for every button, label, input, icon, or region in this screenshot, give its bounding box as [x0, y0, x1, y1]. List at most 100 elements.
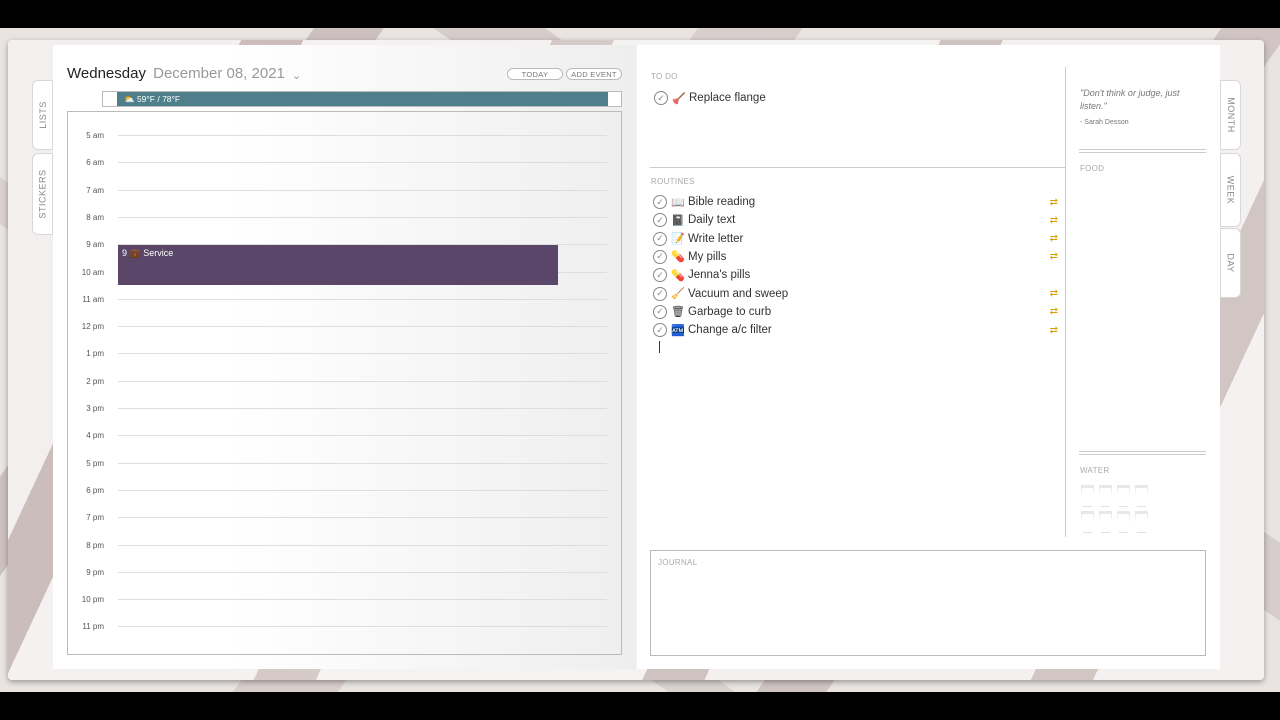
routine-item[interactable]: ✓ 🧹 Vacuum and sweep ⇄ — [653, 286, 1058, 302]
hour-line — [118, 544, 607, 546]
routine-item-text: Bible reading — [688, 196, 756, 208]
food-label: FOOD — [1080, 164, 1105, 173]
hour-line — [118, 408, 607, 409]
add-event-button[interactable]: ADD EVENT — [566, 68, 622, 80]
routine-item[interactable]: ✓ 📓 Daily text ⇄ — [653, 212, 1058, 228]
hour-label: 11 pm — [82, 622, 104, 632]
hour-label: 5 am — [86, 131, 104, 140]
water-glass[interactable] — [1099, 511, 1112, 533]
hour-line — [118, 517, 607, 519]
column-divider — [1065, 67, 1066, 537]
water-glass[interactable] — [1081, 511, 1094, 533]
routine-item[interactable]: ✓ 🏧 Change a/c filter ⇄ — [653, 322, 1058, 338]
hour-row[interactable]: 11 pm — [68, 622, 621, 653]
tab-stickers[interactable]: STICKERS — [32, 153, 53, 235]
tab-day[interactable]: DAY — [1220, 228, 1241, 298]
repeat-icon[interactable]: ⇄ — [1050, 197, 1058, 208]
journal-box[interactable]: JOURNAL — [650, 550, 1206, 656]
hour-line — [118, 135, 607, 136]
water-glass[interactable] — [1099, 485, 1112, 507]
routine-item[interactable]: ✓ 💊 Jenna's pills — [653, 267, 1058, 283]
hour-line — [118, 162, 607, 164]
checkmark-icon[interactable]: ✓ — [653, 231, 667, 246]
routine-item-text: My pills — [688, 250, 727, 263]
hour-label: 11 am — [82, 294, 104, 304]
weekday-label: Wednesday — [67, 65, 146, 82]
hour-row[interactable]: 2 pm — [68, 377, 621, 408]
routine-item[interactable]: ✓ 📝 Write letter ⇄ — [653, 231, 1058, 247]
routine-item-text: Jenna's pills — [688, 269, 751, 282]
repeat-icon[interactable]: ⇄ — [1050, 233, 1058, 244]
water-glass[interactable] — [1117, 511, 1130, 533]
hour-row[interactable]: 11 am — [68, 295, 621, 326]
checkmark-icon[interactable]: ✓ — [653, 286, 667, 301]
hour-row[interactable]: 8 am — [68, 213, 621, 244]
routine-item[interactable]: ✓ 💊 My pills ⇄ — [653, 249, 1058, 265]
journal-label: JOURNAL — [658, 558, 698, 567]
hour-line — [118, 626, 607, 628]
hour-grid[interactable]: 5 am 6 am 7 am 8 am 9 am 10 am 11 am 12 pm 1 pm 2… — [67, 111, 622, 655]
broom-icon: 🧹 — [671, 288, 685, 300]
hour-label: 9 am — [86, 240, 104, 250]
hour-label: 8 am — [86, 212, 104, 222]
event-service[interactable]: 9 💼 Service — [118, 245, 558, 285]
hour-row[interactable]: 4 pm — [68, 431, 621, 462]
checkmark-icon[interactable]: ✓ — [653, 195, 667, 209]
book-icon: 📖 — [671, 196, 685, 209]
water-glass[interactable] — [1117, 485, 1130, 507]
hour-row[interactable]: 3 pm — [68, 404, 621, 435]
hour-line — [118, 571, 607, 573]
hour-row[interactable]: 12 pm — [68, 322, 621, 353]
hour-label: 10 am — [81, 267, 104, 277]
routine-item-text: Garbage to curb — [688, 305, 772, 318]
todo-item[interactable]: ✓ 🪠 Replace flange — [654, 90, 766, 106]
water-glass[interactable] — [1081, 485, 1094, 507]
hour-row[interactable]: 5 pm — [68, 459, 621, 490]
repeat-icon[interactable]: ⇄ — [1050, 288, 1058, 299]
routine-item-text: Change a/c filter — [688, 324, 772, 337]
routine-item[interactable]: ✓ 🗑 Garbage to curb ⇄ — [653, 304, 1058, 320]
checkmark-icon[interactable]: ✓ — [654, 91, 668, 105]
checkmark-icon[interactable]: ✓ — [653, 268, 667, 283]
hour-label: 6 pm — [86, 485, 104, 495]
weather-bar: ⛅ 59°F / 78°F — [117, 92, 608, 106]
hour-row[interactable]: 7 am — [68, 186, 621, 217]
hour-label: 10 pm — [81, 595, 104, 605]
hour-row[interactable]: 6 am — [68, 158, 621, 189]
repeat-icon[interactable]: ⇄ — [1050, 306, 1058, 317]
hour-row[interactable]: 1 pm — [68, 349, 621, 380]
hour-row[interactable]: 6 pm — [68, 486, 621, 517]
repeat-icon[interactable]: ⇄ — [1050, 251, 1058, 262]
today-button[interactable]: TODAY — [507, 68, 563, 80]
hour-row[interactable]: 10 pm — [68, 595, 621, 626]
checkmark-icon[interactable]: ✓ — [653, 323, 667, 338]
pill-icon: 💊 — [671, 269, 685, 282]
text-cursor — [659, 341, 660, 353]
hour-row[interactable]: 9 pm — [68, 568, 621, 599]
repeat-icon[interactable]: ⇄ — [1050, 215, 1058, 226]
checkmark-icon[interactable]: ✓ — [653, 249, 667, 264]
chevron-down-icon[interactable]: ⌄ — [292, 69, 301, 82]
repeat-icon[interactable]: ⇄ — [1050, 325, 1058, 336]
tab-month-label: MONTH — [1225, 97, 1236, 133]
hour-row[interactable]: 7 pm — [68, 513, 621, 544]
checkmark-icon[interactable]: ✓ — [653, 304, 667, 319]
hour-label: 6 am — [86, 158, 104, 168]
tab-stickers-label: STICKERS — [37, 169, 48, 219]
water-glass[interactable] — [1135, 485, 1148, 507]
tab-month[interactable]: MONTH — [1220, 80, 1241, 150]
water-glass[interactable] — [1135, 511, 1148, 533]
checkmark-icon[interactable]: ✓ — [653, 213, 667, 228]
hour-line — [118, 489, 607, 491]
quote-text: "Don't think or judge, just listen." — [1080, 88, 1180, 111]
tab-lists[interactable]: LISTS — [32, 80, 53, 150]
date-header[interactable]: Wednesday December 08, 2021 ⌄ — [67, 65, 301, 82]
hour-label: 3 pm — [86, 404, 104, 413]
hour-row[interactable]: 8 pm — [68, 541, 621, 572]
hour-row[interactable]: 5 am — [68, 131, 621, 162]
date-label: December 08, 2021 — [153, 65, 285, 82]
tab-lists-label: LISTS — [37, 101, 48, 129]
hour-line — [118, 462, 607, 464]
tab-week[interactable]: WEEK — [1220, 153, 1241, 227]
routine-item[interactable]: ✓ 📖 Bible reading ⇄ — [653, 194, 1058, 210]
